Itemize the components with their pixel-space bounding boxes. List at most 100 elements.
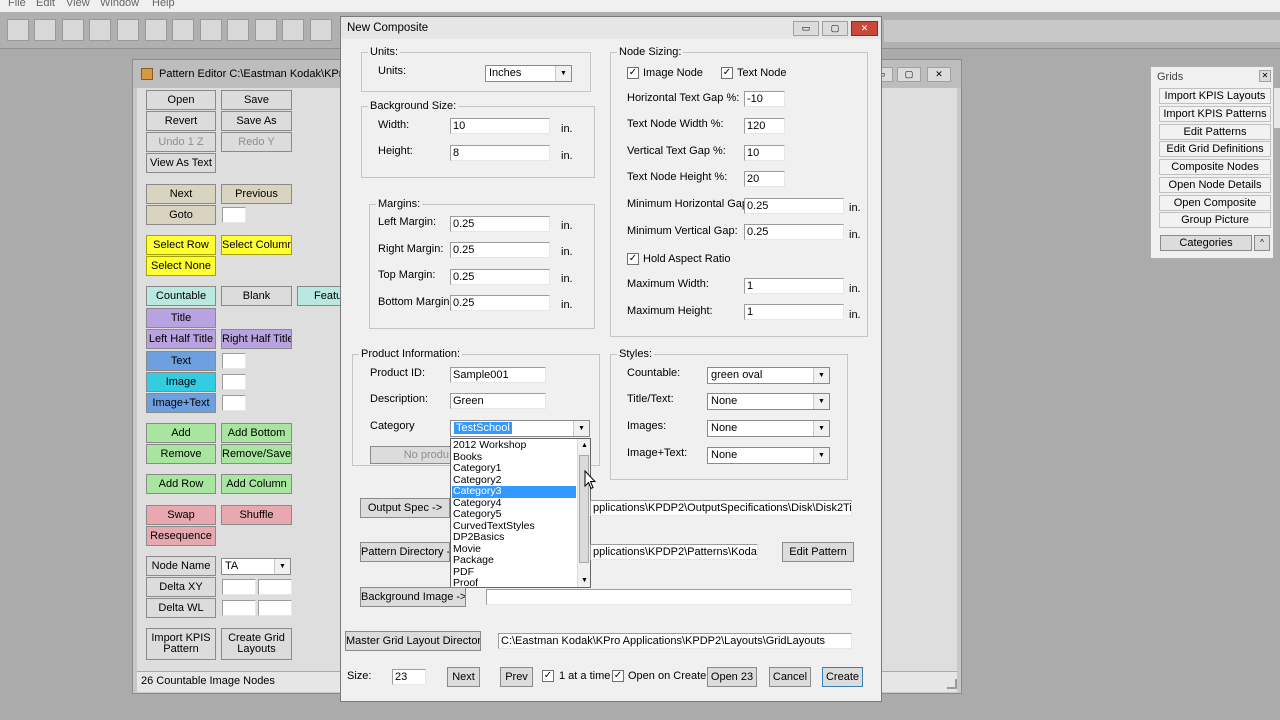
import-kpis-patterns-button[interactable]: Import KPIS Patterns — [1159, 106, 1271, 122]
edit-grid-definitions-button[interactable]: Edit Grid Definitions — [1159, 141, 1271, 157]
countable-button[interactable]: Countable — [146, 286, 216, 306]
background-image-button[interactable]: Background Image -> — [360, 587, 466, 607]
min-v-gap-field[interactable]: 0.25 — [744, 224, 844, 240]
import-kpis-pattern-button[interactable]: Import KPIS Pattern — [146, 628, 216, 660]
toolbar-button[interactable] — [62, 19, 84, 41]
save-button[interactable]: Save — [221, 90, 292, 110]
redo-button[interactable]: Redo Y — [221, 132, 292, 152]
next-button[interactable]: Next — [146, 184, 216, 204]
delta-y-input[interactable] — [258, 579, 292, 595]
next-composite-button[interactable]: Next — [447, 667, 480, 687]
text-node-checkbox[interactable]: ✓ — [721, 67, 733, 79]
list-item[interactable]: Proof — [452, 577, 576, 587]
categories-toggle[interactable]: ^ — [1254, 235, 1270, 251]
select-none-button[interactable]: Select None — [146, 256, 216, 276]
select-row-button[interactable]: Select Row — [146, 235, 216, 255]
description-field[interactable]: Green — [450, 393, 546, 409]
units-select[interactable]: Inches ▼ — [485, 65, 572, 82]
size-field[interactable]: 23 — [392, 669, 426, 685]
list-item[interactable]: DP2Basics — [452, 531, 576, 544]
category-select[interactable]: TestSchool ▼ — [450, 420, 590, 437]
list-item[interactable]: Package — [452, 554, 576, 567]
text-node-width-field[interactable]: 120 — [744, 118, 785, 134]
text-button[interactable]: Text — [146, 351, 216, 371]
open-n-button[interactable]: Open 23 — [707, 667, 757, 687]
left-half-title-button[interactable]: Left Half Title — [146, 329, 216, 349]
image-text-button[interactable]: Image+Text — [146, 393, 216, 413]
menu-view[interactable]: View — [66, 0, 90, 9]
maximize-button[interactable]: ▢ — [897, 67, 921, 82]
open-node-details-button[interactable]: Open Node Details — [1159, 177, 1271, 193]
toolbar-button[interactable] — [310, 19, 332, 41]
image-node-checkbox[interactable]: ✓ — [627, 67, 639, 79]
width-field[interactable]: 10 — [450, 118, 550, 134]
pattern-directory-button[interactable]: Pattern Directory -> — [360, 542, 450, 562]
revert-button[interactable]: Revert — [146, 111, 216, 131]
scroll-up-icon[interactable]: ▲ — [578, 439, 590, 452]
pattern-directory-field[interactable]: pplications\KPDP2\Patterns\Kodak_Def — [590, 544, 758, 560]
image-text-style-select[interactable]: None ▼ — [707, 447, 830, 464]
menu-window[interactable]: Window — [100, 0, 139, 9]
toolbar-button[interactable] — [227, 19, 249, 41]
create-button[interactable]: Create — [822, 667, 863, 687]
right-margin-field[interactable]: 0.25 — [450, 242, 550, 258]
category-dropdown-list[interactable]: 2012 Workshop Books Category1 Category2 … — [450, 438, 591, 588]
goto-input[interactable] — [222, 207, 246, 223]
delta-l-input[interactable] — [258, 600, 292, 616]
v-text-gap-field[interactable]: 10 — [744, 145, 785, 161]
resize-grip[interactable] — [947, 679, 957, 689]
title-button[interactable]: Title — [146, 308, 216, 328]
one-at-a-time-checkbox[interactable]: ✓ — [542, 670, 554, 682]
product-id-field[interactable]: Sample001 — [450, 367, 546, 383]
cancel-button[interactable]: Cancel — [769, 667, 811, 687]
scroll-down-icon[interactable]: ▼ — [578, 574, 590, 587]
h-text-gap-field[interactable]: -10 — [744, 91, 785, 107]
open-button[interactable]: Open — [146, 90, 216, 110]
blank-button[interactable]: Blank — [221, 286, 292, 306]
left-margin-field[interactable]: 0.25 — [450, 216, 550, 232]
list-item[interactable]: Category1 — [452, 462, 576, 475]
list-item-selected[interactable]: Category3 — [452, 485, 576, 498]
dialog-close-button[interactable]: ✕ — [851, 21, 878, 36]
min-h-gap-field[interactable]: 0.25 — [744, 198, 844, 214]
image-swatch[interactable] — [222, 374, 246, 390]
prev-composite-button[interactable]: Prev — [500, 667, 533, 687]
list-item[interactable]: Category5 — [452, 508, 576, 521]
toolbar-button[interactable] — [117, 19, 139, 41]
goto-button[interactable]: Goto — [146, 205, 216, 225]
close-button[interactable]: ✕ — [927, 67, 951, 82]
group-picture-button[interactable]: Group Picture — [1159, 212, 1271, 228]
node-name-select[interactable]: TA ▼ — [221, 558, 291, 575]
menu-file[interactable]: File — [8, 0, 26, 9]
select-column-button[interactable]: Select Column — [221, 235, 292, 255]
edit-patterns-button[interactable]: Edit Patterns — [1159, 124, 1271, 140]
image-text-swatch[interactable] — [222, 395, 246, 411]
edit-pattern-button[interactable]: Edit Pattern — [782, 542, 854, 562]
max-height-field[interactable]: 1 — [744, 304, 844, 320]
toolbar-button[interactable] — [200, 19, 222, 41]
dropdown-scrollbar[interactable]: ▲ ▼ — [577, 439, 590, 587]
image-button[interactable]: Image — [146, 372, 216, 392]
no-product-button[interactable]: No produ — [370, 446, 452, 464]
grids-close-icon[interactable]: ✕ — [1259, 70, 1271, 82]
import-kpis-layouts-button[interactable]: Import KPIS Layouts — [1159, 88, 1271, 104]
delta-x-input[interactable] — [222, 579, 256, 595]
dialog-minimize-button[interactable]: ▭ — [793, 21, 819, 36]
delta-xy-button[interactable]: Delta XY — [146, 577, 216, 597]
background-image-field[interactable] — [486, 589, 852, 605]
remove-button[interactable]: Remove — [146, 444, 216, 464]
open-on-create-checkbox[interactable]: ✓ — [612, 670, 624, 682]
title-style-select[interactable]: None ▼ — [707, 393, 830, 410]
toolbar-button[interactable] — [7, 19, 29, 41]
add-button[interactable]: Add — [146, 423, 216, 443]
add-column-button[interactable]: Add Column — [221, 474, 292, 494]
add-row-button[interactable]: Add Row — [146, 474, 216, 494]
toolbar-button[interactable] — [255, 19, 277, 41]
text-swatch[interactable] — [222, 353, 246, 369]
delta-w-input[interactable] — [222, 600, 256, 616]
menu-edit[interactable]: Edit — [36, 0, 55, 9]
undo-button[interactable]: Undo 1 Z — [146, 132, 216, 152]
add-bottom-button[interactable]: Add Bottom — [221, 423, 292, 443]
composite-nodes-button[interactable]: Composite Nodes — [1159, 159, 1271, 175]
categories-button[interactable]: Categories — [1160, 235, 1252, 251]
